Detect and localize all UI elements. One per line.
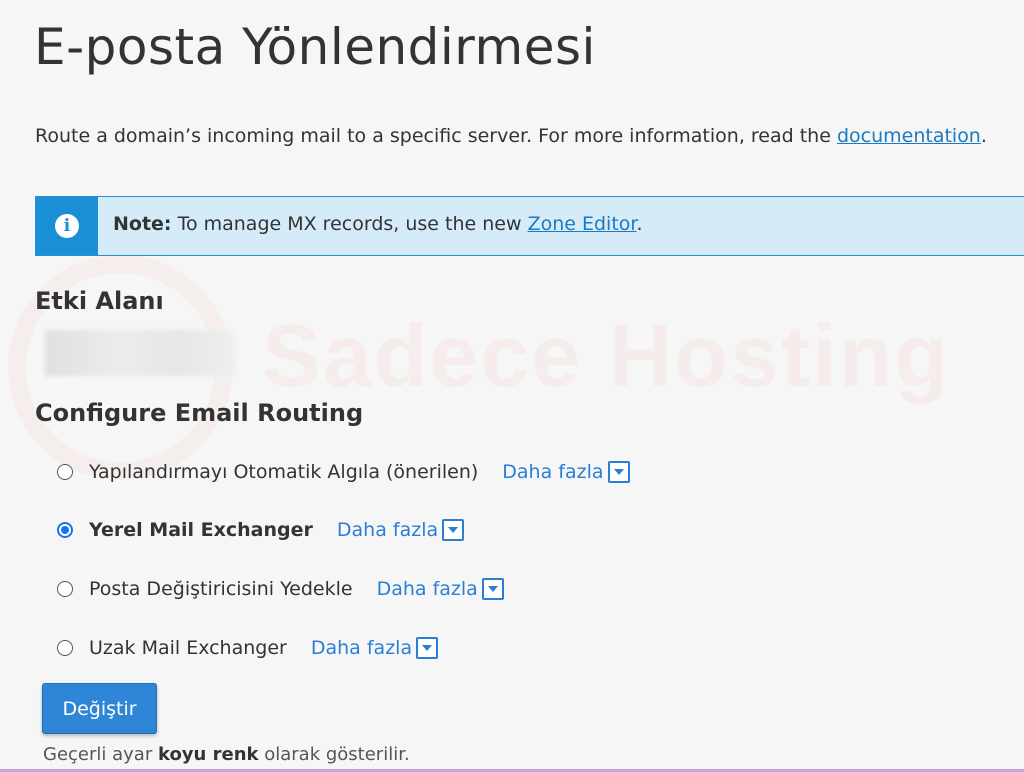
description-end: . [980, 125, 987, 147]
change-button[interactable]: Değiştir [42, 683, 157, 734]
footnote-text-end: olarak gösterilir. [258, 744, 410, 765]
alert-text-end: . [636, 213, 643, 235]
radio-auto-detect[interactable] [57, 464, 73, 480]
documentation-link[interactable]: documentation [837, 125, 981, 147]
description-text: Route a domain’s incoming mail to a spec… [35, 125, 837, 147]
footnote-text: Geçerli ayar [43, 744, 158, 765]
footnote-bold: koyu renk [157, 744, 259, 765]
option-local-mail-exchanger[interactable]: Yerel Mail Exchanger Daha fazla [57, 515, 465, 545]
radio-local-mail-exchanger[interactable] [57, 522, 73, 538]
option-label[interactable]: Posta Değiştiricisini Yedekle [89, 578, 353, 600]
option-auto-detect[interactable]: Yapılandırmayı Otomatik Algıla (önerilen… [57, 457, 630, 487]
alert-text: To manage MX records, use the new [171, 213, 528, 235]
alert-icon-box: i [36, 197, 98, 255]
more-info-label[interactable]: Daha fazla [337, 519, 438, 541]
more-info-label[interactable]: Daha fazla [377, 578, 478, 600]
alert-message: Note: To manage MX records, use the new … [113, 213, 643, 235]
more-info-toggle[interactable]: Daha fazla [337, 519, 465, 541]
chevron-down-icon[interactable] [607, 461, 630, 483]
alert-note-label: Note: [113, 213, 172, 235]
radio-backup-mail-exchanger[interactable] [57, 581, 73, 597]
option-remote-mail-exchanger[interactable]: Uzak Mail Exchanger Daha fazla [57, 633, 439, 663]
option-label[interactable]: Yapılandırmayı Otomatik Algıla (önerilen… [89, 461, 478, 483]
more-info-label[interactable]: Daha fazla [502, 461, 603, 483]
more-info-toggle[interactable]: Daha fazla [311, 637, 439, 659]
more-info-label[interactable]: Daha fazla [311, 637, 412, 659]
page-title: E-posta Yönlendirmesi [34, 18, 596, 76]
more-info-toggle[interactable]: Daha fazla [502, 461, 630, 483]
routing-heading: Configure Email Routing [35, 399, 364, 427]
page-description: Route a domain’s incoming mail to a spec… [35, 125, 987, 147]
radio-remote-mail-exchanger[interactable] [57, 640, 73, 656]
chevron-down-icon[interactable] [442, 519, 465, 541]
info-icon: i [55, 214, 79, 238]
info-alert: i Note: To manage MX records, use the ne… [35, 196, 1024, 256]
more-info-toggle[interactable]: Daha fazla [377, 578, 504, 600]
domain-heading: Etki Alanı [35, 287, 164, 315]
option-label[interactable]: Yerel Mail Exchanger [89, 519, 313, 541]
footnote: Geçerli ayar koyu renk olarak gösterilir… [43, 744, 410, 765]
domain-value-redacted [45, 330, 235, 376]
zone-editor-link[interactable]: Zone Editor [528, 213, 637, 235]
option-backup-mail-exchanger[interactable]: Posta Değiştiricisini Yedekle Daha fazla [57, 574, 504, 604]
watermark-text: Sadece Hosting [262, 306, 951, 405]
chevron-down-icon[interactable] [416, 637, 439, 659]
option-label[interactable]: Uzak Mail Exchanger [89, 637, 287, 659]
page: Sadece Hosting E-posta Yönlendirmesi Rou… [0, 0, 1024, 772]
chevron-down-icon[interactable] [481, 578, 504, 600]
